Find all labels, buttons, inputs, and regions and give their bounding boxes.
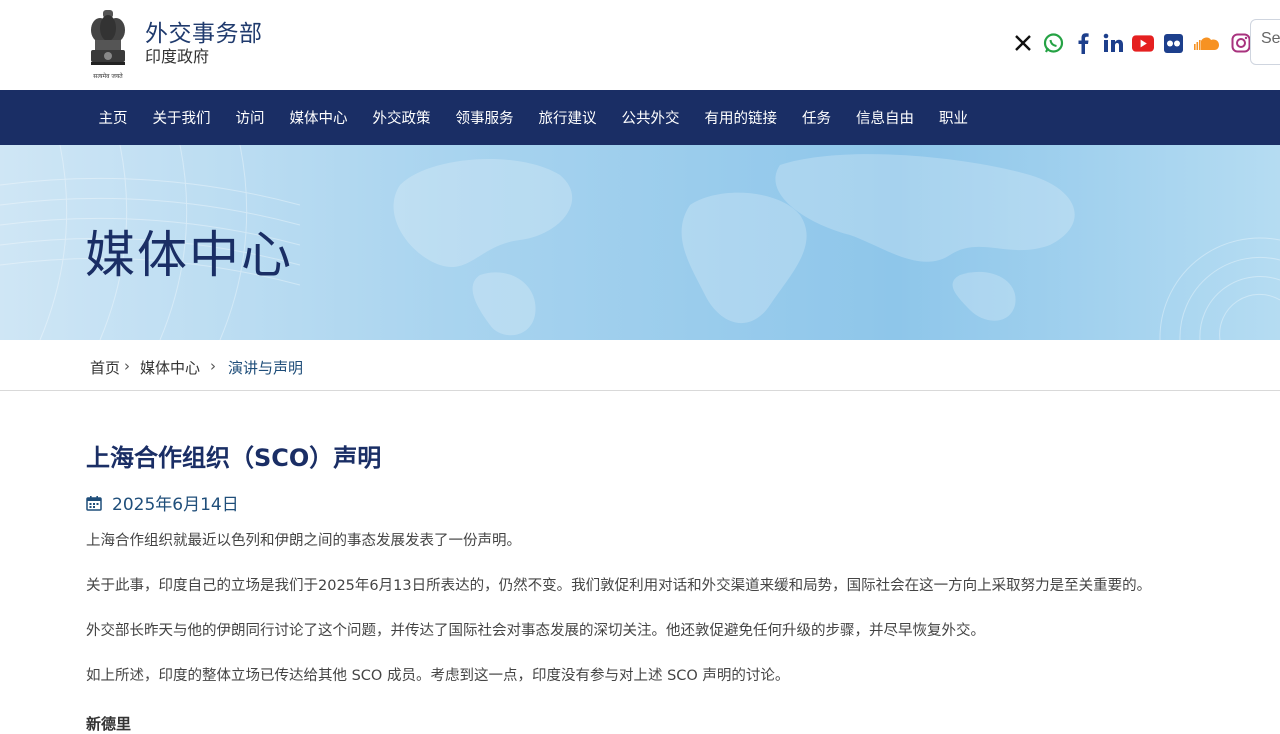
soundcloud-icon[interactable]	[1192, 32, 1222, 54]
national-emblem-logo[interactable]: सत्यमेव जयते	[85, 8, 131, 82]
site-title: 外交事务部	[145, 21, 263, 47]
article-paragraph: 关于此事，印度自己的立场是我们于2025年6月13日所表达的，仍然不变。我们敦促…	[86, 578, 1152, 594]
nav-item-media-center[interactable]: 媒体中心	[277, 107, 360, 128]
main-navigation: 主页 关于我们 访问 媒体中心 外交政策 领事服务 旅行建议 公共外交 有用的链…	[0, 90, 1280, 145]
nav-item-foreign-policy[interactable]: 外交政策	[360, 107, 443, 128]
article-title: 上海合作组织（SCO）声明	[86, 444, 382, 472]
site-subtitle: 印度政府	[145, 47, 210, 66]
nav-item-travel-advisory[interactable]: 旅行建议	[526, 107, 609, 128]
site-header: सत्यमेव जयते 外交事务部 印度政府 Se	[0, 0, 1280, 90]
facebook-icon[interactable]	[1072, 32, 1094, 54]
social-links	[1012, 32, 1260, 54]
nav-item-public-diplomacy[interactable]: 公共外交	[609, 107, 692, 128]
article-paragraph: 外交部长昨天与他的伊朗同行讨论了这个问题，并传达了国际社会对事态发展的深切关注。…	[86, 623, 985, 639]
article-paragraph: 上海合作组织就最近以色列和伊朗之间的事态发展发表了一份声明。	[86, 533, 521, 549]
nav-item-visits[interactable]: 访问	[223, 107, 277, 128]
page-banner: 媒体中心	[0, 145, 1280, 340]
calendar-icon	[86, 495, 102, 511]
breadcrumb-current: 演讲与声明	[228, 359, 304, 377]
breadcrumb: 首页 › 媒体中心 › 演讲与声明	[0, 340, 1280, 391]
nav-item-consular[interactable]: 领事服务	[443, 107, 526, 128]
breadcrumb-separator: ›	[210, 357, 217, 375]
nav-item-missions[interactable]: 任务	[790, 107, 844, 128]
nav-item-home[interactable]: 主页	[86, 107, 140, 128]
article-date-row: 2025年6月14日	[86, 490, 1246, 515]
instagram-icon[interactable]	[1230, 32, 1252, 54]
banner-title: 媒体中心	[85, 226, 293, 284]
breadcrumb-media-center-link[interactable]: 媒体中心	[140, 357, 200, 378]
nav-item-useful-links[interactable]: 有用的链接	[692, 107, 790, 128]
nav-item-rti[interactable]: 信息自由	[844, 107, 927, 128]
emblem-motto: सत्यमेव जयते	[93, 72, 123, 80]
nav-item-about[interactable]: 关于我们	[140, 107, 223, 128]
x-icon[interactable]	[1012, 32, 1034, 54]
breadcrumb-home-link[interactable]: 首页	[90, 357, 120, 378]
site-name[interactable]: 外交事务部 印度政府	[145, 20, 263, 66]
article-paragraph: 如上所述，印度的整体立场已传达给其他 SCO 成员。考虑到这一点，印度没有参与对…	[86, 668, 790, 684]
article: 上海合作组织（SCO）声明 2025年6月14日 上海合作组织就最近以色列和伊朗…	[86, 440, 1246, 734]
nav-item-careers[interactable]: 职业	[927, 107, 981, 128]
search-input[interactable]: Se	[1250, 19, 1280, 65]
linkedin-icon[interactable]	[1102, 32, 1124, 54]
flickr-icon[interactable]	[1162, 32, 1184, 54]
youtube-icon[interactable]	[1132, 32, 1154, 54]
breadcrumb-separator: ›	[124, 357, 131, 375]
article-date: 2025年6月14日	[112, 495, 239, 515]
whatsapp-icon[interactable]	[1042, 32, 1064, 54]
